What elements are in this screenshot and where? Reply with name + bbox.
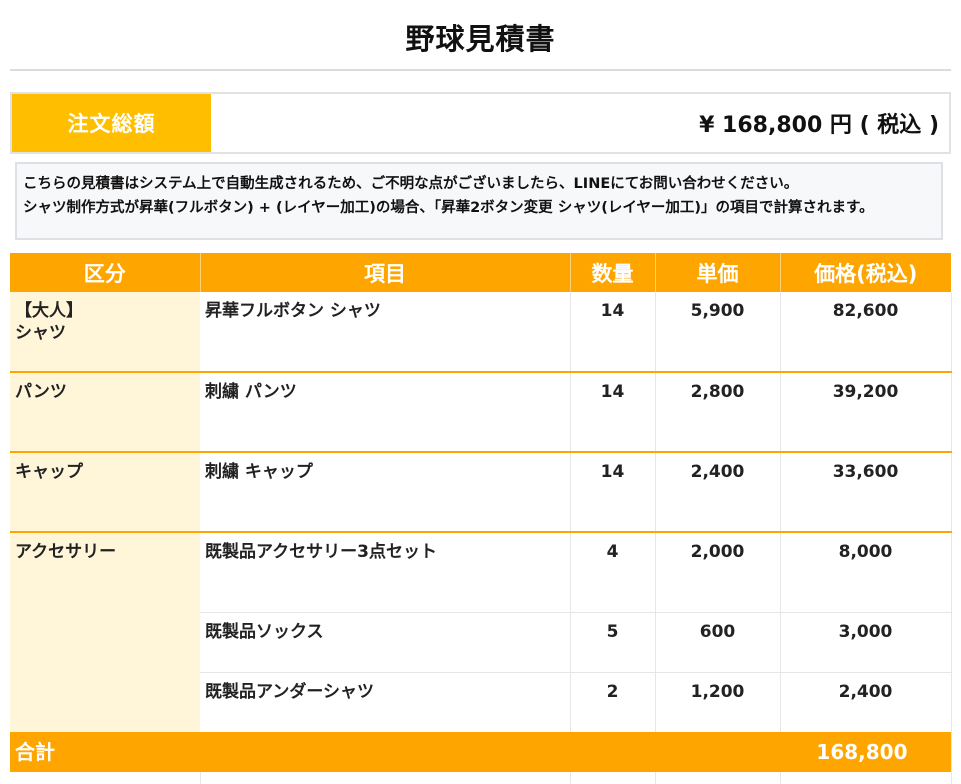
price-cell: 3,000 — [780, 612, 952, 673]
item-name-cell: 刺繍 キャップ — [200, 452, 571, 533]
category-cell: パンツ — [10, 372, 200, 453]
table-row: 【大人】 シャツ 昇華フルボタン シャツ 14 5,900 82,600 — [10, 292, 952, 373]
quantity-cell: 14 — [570, 452, 656, 533]
table-tail-row — [10, 772, 952, 784]
unit-price-cell: 600 — [655, 612, 781, 673]
unit-price-cell: 1,200 — [655, 672, 781, 732]
item-name-cell: 昇華フルボタン シャツ — [200, 292, 571, 373]
header-unit-price: 単価 — [655, 253, 781, 292]
category-label: 【大人】 — [15, 301, 83, 321]
unit-price-cell: 2,400 — [655, 452, 781, 533]
unit-price-cell: 5,900 — [655, 292, 781, 373]
title-divider — [10, 69, 951, 71]
quantity-cell: 4 — [570, 532, 656, 613]
estimate-table: 区分 項目 数量 単価 価格(税込) 【大人】 シャツ 昇華フルボタン シャツ … — [10, 253, 952, 784]
table-row: キャップ 刺繍 キャップ 14 2,400 33,600 — [10, 452, 952, 533]
total-row: 合計 168,800 — [10, 732, 952, 772]
price-cell: 82,600 — [780, 292, 952, 373]
quantity-cell: 14 — [570, 292, 656, 373]
notice-line-1: こちらの見積書はシステム上で自動生成されるため、ご不明な点がございましたら、LI… — [23, 176, 799, 192]
order-total-value: ¥ 168,800 円 ( 税込 ) — [699, 113, 939, 138]
category-label: アクセサリー — [15, 542, 117, 562]
unit-price-cell: 2,800 — [655, 372, 781, 453]
notice-box: こちらの見積書はシステム上で自動生成されるため、ご不明な点がございましたら、LI… — [15, 162, 943, 240]
notice-line-2: シャツ制作方式が昇華(フルボタン) + (レイヤー加工)の場合、「昇華2ボタン変… — [23, 200, 874, 216]
header-quantity: 数量 — [570, 253, 656, 292]
category-label: キャップ — [15, 462, 83, 482]
total-label: 合計 — [10, 732, 780, 772]
category-label: シャツ — [15, 323, 66, 343]
price-cell: 2,400 — [780, 672, 952, 732]
category-label: パンツ — [15, 382, 67, 402]
total-amount: 168,800 — [780, 732, 952, 772]
category-cell: アクセサリー — [10, 532, 200, 732]
quantity-cell: 2 — [570, 672, 656, 732]
quantity-cell: 14 — [570, 372, 656, 453]
header-price: 価格(税込) — [780, 253, 951, 292]
table-row: アクセサリー 既製品アクセサリー3点セット 4 2,000 8,000 — [10, 532, 952, 732]
item-name-cell: 既製品ソックス — [200, 612, 571, 673]
quantity-cell: 5 — [570, 612, 656, 673]
unit-price-cell: 2,000 — [655, 532, 781, 613]
order-total-box: 注文総額 ¥ 168,800 円 ( 税込 ) — [10, 92, 951, 154]
item-name-cell: 既製品アンダーシャツ — [200, 672, 571, 732]
item-name-cell: 既製品アクセサリー3点セット — [200, 532, 571, 613]
price-cell: 33,600 — [780, 452, 952, 533]
category-cell: キャップ — [10, 452, 200, 533]
table-row: パンツ 刺繍 パンツ 14 2,800 39,200 — [10, 372, 952, 453]
order-total-label: 注文総額 — [12, 94, 211, 152]
header-category: 区分 — [10, 253, 201, 292]
header-item: 項目 — [200, 253, 571, 292]
item-name-cell: 刺繍 パンツ — [200, 372, 571, 453]
price-cell: 39,200 — [780, 372, 952, 453]
table-header-row: 区分 項目 数量 単価 価格(税込) — [10, 253, 951, 292]
page-title: 野球見積書 — [405, 22, 556, 56]
price-cell: 8,000 — [780, 532, 952, 613]
category-cell: 【大人】 シャツ — [10, 292, 200, 373]
